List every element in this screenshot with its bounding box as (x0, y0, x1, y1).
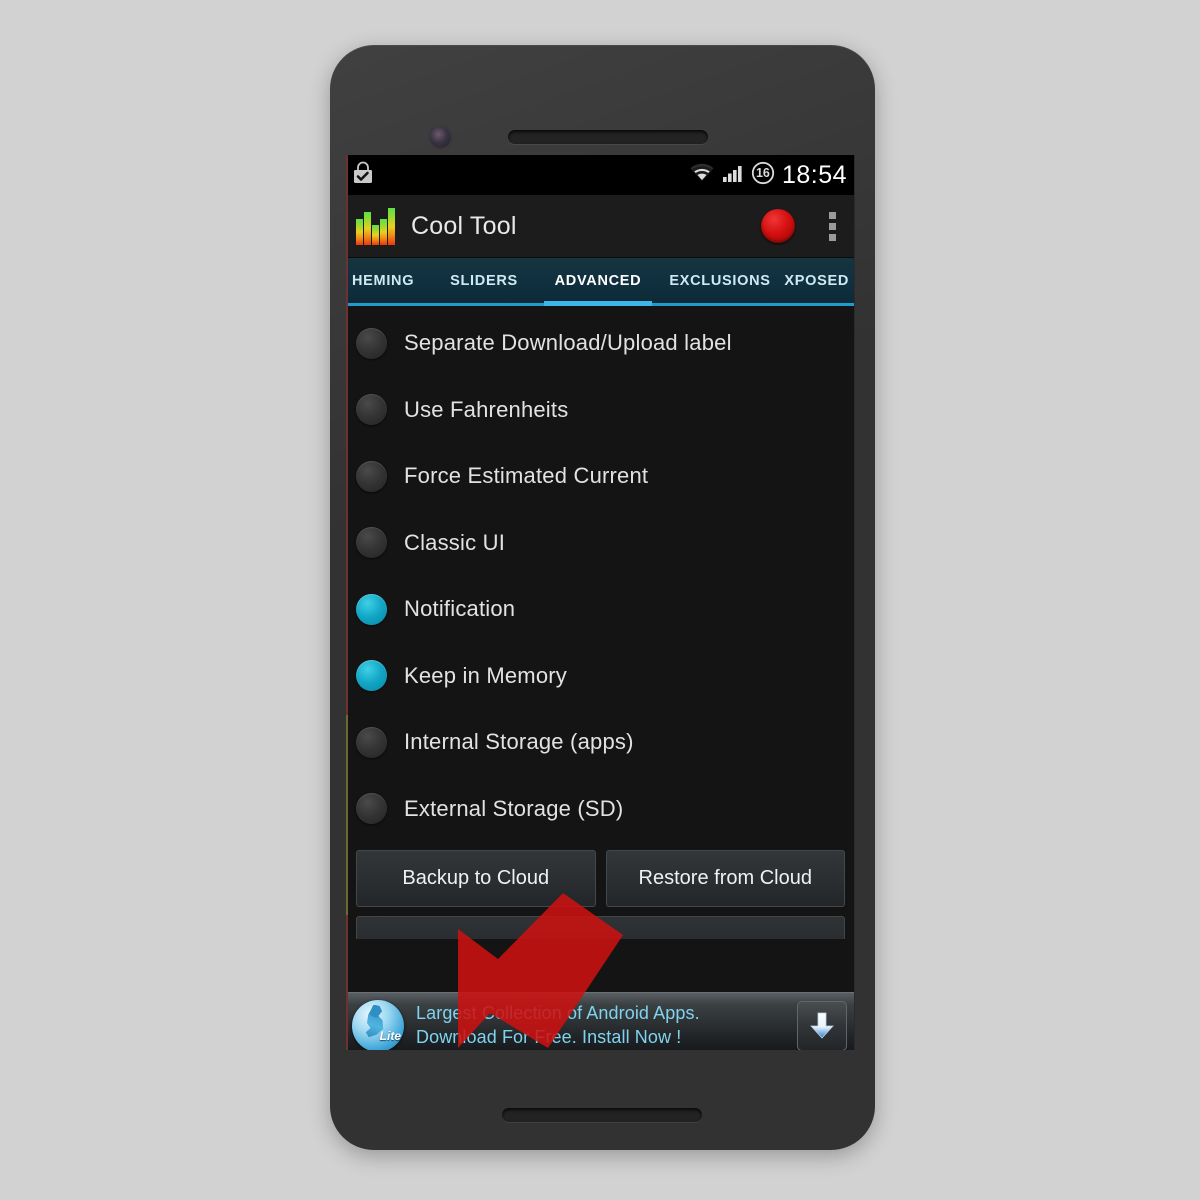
phone-device-frame: 16 18:54 Cool Tool HEMING SLIDERS ADVANC… (330, 45, 875, 1150)
setting-label: Notification (404, 596, 516, 622)
play-store-download-complete-icon (352, 161, 374, 190)
battery-percent-icon: 16 (751, 161, 775, 190)
ad-line-1: Largest Collection of Android Apps. (416, 1003, 700, 1024)
checkbox-external-storage[interactable] (356, 793, 387, 825)
setting-row-separate-download-upload-label[interactable]: Separate Download/Upload label (346, 310, 855, 377)
phone-screen: 16 18:54 Cool Tool HEMING SLIDERS ADVANC… (346, 155, 855, 1050)
bottom-speaker-icon (502, 1108, 702, 1122)
setting-row-force-estimated-current[interactable]: Force Estimated Current (346, 443, 855, 510)
checkbox-internal-storage[interactable] (356, 726, 387, 758)
setting-row-internal-storage[interactable]: Internal Storage (apps) (346, 709, 855, 776)
setting-label: Use Fahrenheits (404, 396, 569, 422)
equalizer-bars-icon (356, 207, 399, 245)
wifi-icon (689, 163, 715, 188)
status-bar-clock: 18:54 (781, 160, 847, 189)
partial-button-strip[interactable] (356, 916, 845, 939)
action-bar: Cool Tool (346, 195, 855, 258)
setting-label: External Storage (SD) (404, 795, 624, 821)
logo-lite-badge: Lite (379, 1028, 401, 1043)
checkbox-use-fahrenheits[interactable] (356, 394, 387, 426)
status-bar-left-icons (352, 161, 374, 190)
tab-bar: HEMING SLIDERS ADVANCED EXCLUSIONS XPOSE… (346, 258, 855, 306)
restore-from-cloud-button[interactable]: Restore from Cloud (605, 850, 845, 907)
screen-left-edge (346, 155, 348, 1050)
setting-label: Internal Storage (apps) (404, 729, 634, 755)
setting-row-keep-in-memory[interactable]: Keep in Memory (346, 643, 855, 710)
setting-row-notification[interactable]: Notification (346, 576, 855, 643)
ad-banner[interactable]: Lite Largest Collection of Android Apps.… (346, 992, 855, 1050)
tab-advanced[interactable]: ADVANCED (538, 258, 658, 306)
setting-row-external-storage[interactable]: External Storage (SD) (346, 776, 855, 843)
checkbox-keep-in-memory[interactable] (356, 660, 387, 692)
battery-percent-value: 16 (755, 165, 770, 180)
backup-to-cloud-button[interactable]: Backup to Cloud (356, 850, 596, 907)
overflow-menu-icon[interactable] (821, 211, 843, 241)
app-title: Cool Tool (411, 211, 517, 240)
earpiece-speaker-icon (508, 130, 708, 144)
screen-left-edge-amber (346, 715, 348, 915)
settings-content: Separate Download/Upload label Use Fahre… (346, 306, 855, 1050)
ad-line-2: Download For Free. Install Now ! (416, 1026, 682, 1047)
setting-label: Separate Download/Upload label (404, 330, 732, 356)
status-bar-right-icons: 16 18:54 (689, 161, 847, 190)
front-camera-icon (430, 127, 451, 148)
checkbox-force-estimated-current[interactable] (356, 460, 387, 492)
setting-label: Classic UI (404, 529, 506, 555)
cloud-actions-row: Backup to Cloud Restore from Cloud (346, 842, 855, 907)
download-arrow-icon (810, 1012, 834, 1039)
tab-sliders[interactable]: SLIDERS (430, 258, 538, 303)
record-button[interactable] (761, 209, 795, 243)
ad-text: Largest Collection of Android Apps. Down… (416, 1002, 797, 1048)
screen-right-edge (854, 155, 855, 1050)
checkbox-classic-ui[interactable] (356, 527, 387, 559)
status-bar: 16 18:54 (346, 155, 855, 195)
tab-xposed[interactable]: XPOSED (782, 258, 855, 303)
setting-row-classic-ui[interactable]: Classic UI (346, 510, 855, 577)
download-arrow-button[interactable] (797, 1000, 847, 1050)
tab-theming[interactable]: HEMING (346, 258, 430, 303)
setting-label: Keep in Memory (404, 662, 567, 688)
tab-exclusions[interactable]: EXCLUSIONS (658, 258, 782, 303)
setting-label: Force Estimated Current (404, 463, 649, 489)
checkbox-notification[interactable] (356, 593, 387, 625)
checkbox-separate-download-upload-label[interactable] (356, 327, 387, 359)
settings-list: Separate Download/Upload label Use Fahre… (346, 306, 855, 842)
setting-row-use-fahrenheits[interactable]: Use Fahrenheits (346, 377, 855, 444)
cellular-signal-icon (722, 163, 744, 188)
app-store-lite-logo: Lite (352, 999, 404, 1050)
